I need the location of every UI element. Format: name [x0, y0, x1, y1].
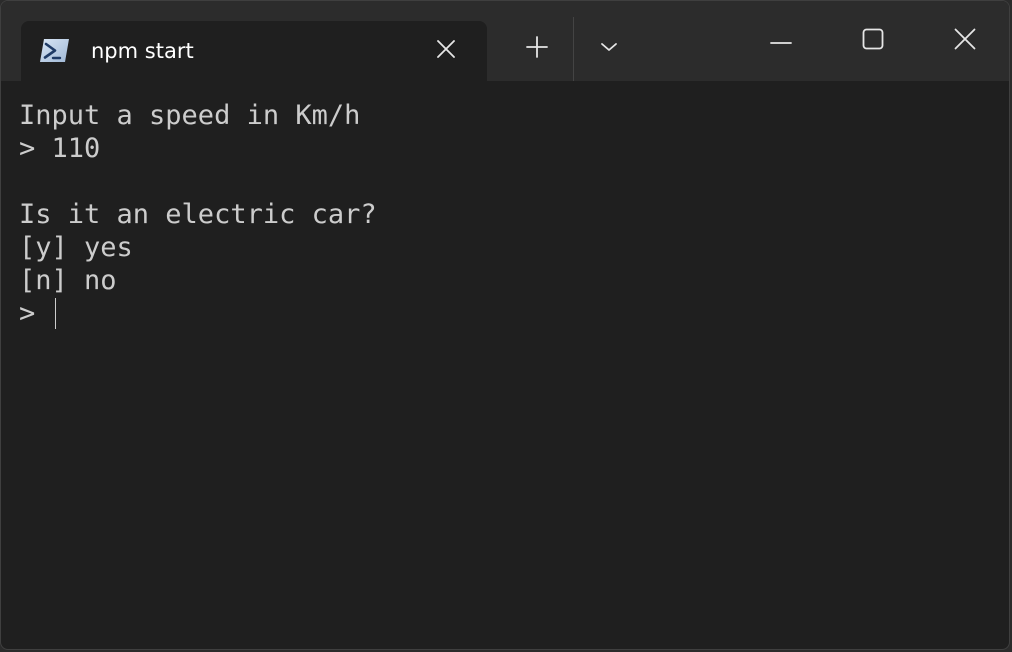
close-window-button[interactable] [941, 17, 989, 65]
terminal-window: npm start Input a speed in Km/h > 110 Is… [0, 0, 1010, 650]
terminal-output[interactable]: Input a speed in Km/h > 110 Is it an ele… [19, 99, 999, 639]
maximize-button[interactable] [849, 17, 897, 65]
maximize-icon [862, 28, 884, 55]
terminal-line: Input a speed in Km/h [19, 100, 361, 131]
powershell-icon [39, 38, 70, 63]
terminal-line: [y] yes [19, 232, 133, 263]
terminal-prompt-line[interactable]: > [19, 297, 999, 330]
close-icon [437, 39, 455, 63]
text-cursor [54, 298, 56, 329]
terminal-line: Is it an electric car? [19, 199, 377, 230]
terminal-line: [n] no [19, 265, 117, 296]
chevron-down-icon [600, 40, 618, 58]
minimize-button[interactable] [757, 17, 805, 65]
close-icon [954, 28, 976, 55]
new-tab-button[interactable] [517, 29, 557, 69]
plus-icon [526, 35, 548, 63]
terminal-line: > 110 [19, 133, 101, 164]
tab-npm-start[interactable]: npm start [21, 21, 487, 81]
titlebar-divider [573, 17, 574, 81]
tab-title: npm start [91, 39, 194, 63]
title-bar[interactable]: npm start [1, 1, 1009, 81]
prompt-symbol: > [19, 298, 52, 329]
tab-close-button[interactable] [431, 36, 461, 66]
minimize-icon [770, 32, 792, 50]
profile-dropdown-button[interactable] [589, 29, 629, 69]
